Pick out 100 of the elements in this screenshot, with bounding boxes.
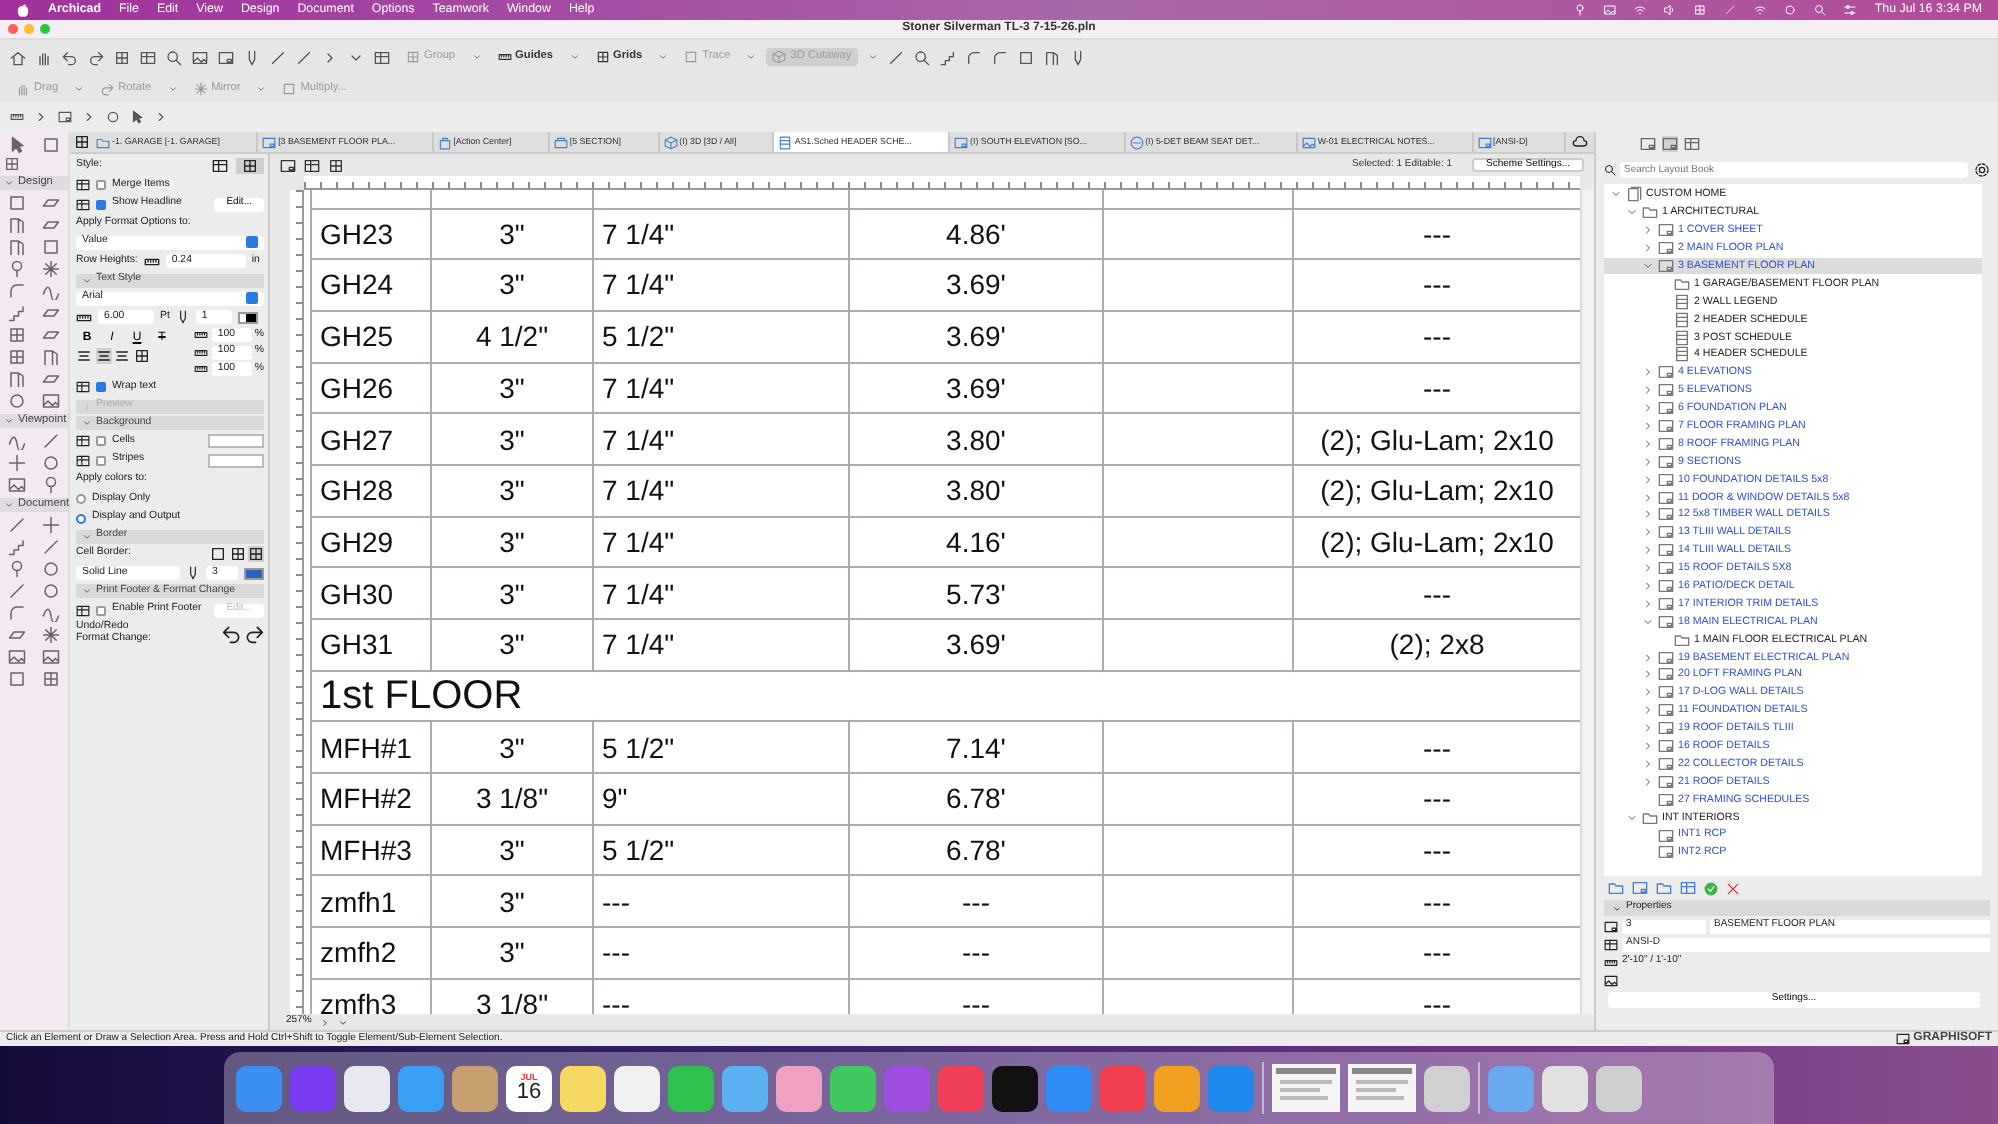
stairs-icon[interactable] — [8, 537, 26, 555]
pin-icon[interactable] — [8, 559, 26, 577]
app-icon[interactable] — [452, 1065, 498, 1111]
app-icon[interactable] — [992, 1065, 1038, 1111]
grid-icon[interactable] — [114, 49, 130, 65]
wave-icon[interactable] — [42, 603, 60, 621]
parallelogram-icon[interactable] — [8, 625, 26, 643]
door-icon[interactable] — [8, 369, 26, 387]
grid-icon[interactable] — [248, 546, 264, 563]
app-icon[interactable] — [560, 1065, 606, 1111]
search-icon[interactable] — [913, 49, 930, 65]
grid-icon[interactable] — [133, 348, 149, 365]
circle-icon[interactable] — [106, 110, 120, 124]
line-icon[interactable] — [8, 581, 26, 599]
line-icon[interactable] — [42, 431, 60, 449]
ruler-icon[interactable] — [10, 110, 24, 124]
align-center-icon[interactable] — [114, 348, 130, 365]
table-icon[interactable] — [1684, 136, 1700, 152]
stairs-icon[interactable] — [8, 303, 26, 321]
stairs-icon[interactable] — [939, 49, 956, 65]
app-icon[interactable] — [722, 1065, 768, 1111]
checkbox[interactable] — [96, 199, 106, 210]
redo-icon[interactable] — [244, 623, 264, 644]
folder-icon[interactable] — [1656, 880, 1672, 896]
pin-icon[interactable] — [42, 475, 60, 493]
style-option[interactable] — [236, 158, 264, 174]
line-icon[interactable] — [270, 49, 286, 65]
radio-button[interactable] — [76, 494, 86, 504]
parallelogram-icon[interactable] — [42, 369, 60, 387]
checkbox[interactable] — [96, 605, 106, 616]
app-icon[interactable] — [1542, 1065, 1588, 1111]
layout-icon[interactable] — [1896, 1032, 1911, 1046]
pin-icon[interactable] — [8, 259, 26, 277]
close-icon[interactable] — [1726, 881, 1740, 895]
speaker-icon[interactable] — [1664, 4, 1677, 16]
crosshair-icon[interactable] — [42, 515, 60, 533]
caret-icon[interactable] — [658, 52, 669, 62]
table-icon[interactable] — [140, 49, 156, 65]
pin-icon[interactable] — [1574, 4, 1587, 16]
pointer-icon[interactable] — [130, 110, 144, 124]
app-icon[interactable] — [398, 1065, 444, 1111]
chevron-right-icon[interactable] — [82, 110, 96, 124]
search-icon[interactable] — [166, 49, 182, 65]
star-icon[interactable] — [42, 259, 60, 277]
circle-icon[interactable] — [42, 559, 60, 577]
crosshair-icon[interactable] — [8, 453, 26, 471]
door-icon[interactable] — [1043, 49, 1060, 65]
color-swatch[interactable] — [208, 453, 264, 468]
grid-icon[interactable] — [73, 134, 89, 150]
color-swatch[interactable] — [244, 567, 264, 580]
color-swatch[interactable] — [237, 311, 258, 324]
image-icon[interactable] — [192, 49, 208, 65]
app-icon[interactable] — [776, 1065, 822, 1111]
circle-icon[interactable] — [8, 391, 26, 409]
chevron-right-icon[interactable] — [319, 1017, 330, 1027]
image-icon[interactable] — [42, 391, 60, 409]
door-icon[interactable] — [8, 215, 26, 233]
cloud-icon[interactable] — [1571, 134, 1588, 150]
circle-icon[interactable] — [42, 453, 60, 471]
redo-icon[interactable] — [88, 49, 104, 65]
search-icon[interactable] — [1814, 4, 1827, 16]
arc-icon[interactable] — [8, 281, 26, 299]
app-icon[interactable] — [614, 1065, 660, 1111]
circle-icon[interactable] — [42, 581, 60, 599]
app-icon[interactable] — [668, 1065, 714, 1111]
grid-icon[interactable] — [328, 157, 344, 173]
color-swatch[interactable] — [208, 434, 264, 449]
checkbox[interactable] — [96, 180, 106, 191]
layout-icon[interactable] — [218, 49, 234, 65]
arc-icon[interactable] — [8, 603, 26, 621]
chevron-right-icon[interactable] — [34, 110, 48, 124]
grid-icon[interactable] — [229, 546, 245, 563]
table-icon[interactable] — [304, 157, 320, 173]
apple-icon[interactable] — [16, 3, 30, 17]
check-circle-icon[interactable] — [1704, 881, 1718, 895]
caret-icon[interactable] — [569, 52, 580, 62]
image-icon[interactable] — [8, 647, 26, 665]
caret-icon[interactable] — [746, 52, 757, 62]
gear-icon[interactable] — [1974, 162, 1990, 178]
line-icon[interactable] — [296, 49, 312, 65]
door-icon[interactable] — [42, 347, 60, 365]
checkbox[interactable] — [96, 455, 106, 466]
pointer-icon[interactable] — [8, 135, 26, 153]
image-icon[interactable] — [42, 647, 60, 665]
wave-icon[interactable] — [42, 281, 60, 299]
align-center-icon[interactable] — [95, 348, 111, 365]
caret-icon[interactable] — [471, 52, 482, 62]
square-icon[interactable] — [1017, 49, 1034, 65]
caret-icon[interactable] — [167, 83, 178, 93]
app-icon[interactable] — [830, 1065, 876, 1111]
undo-icon[interactable] — [62, 49, 78, 65]
house-icon[interactable] — [10, 49, 26, 65]
checkbox[interactable] — [96, 382, 106, 393]
chevron-right-icon[interactable] — [154, 110, 168, 124]
app-icon[interactable] — [1424, 1065, 1470, 1111]
caret-icon[interactable] — [867, 52, 878, 62]
layout-icon[interactable] — [280, 157, 296, 173]
caret-icon[interactable] — [256, 83, 267, 93]
align-center-icon[interactable] — [76, 348, 92, 365]
undo-icon[interactable] — [221, 623, 241, 644]
